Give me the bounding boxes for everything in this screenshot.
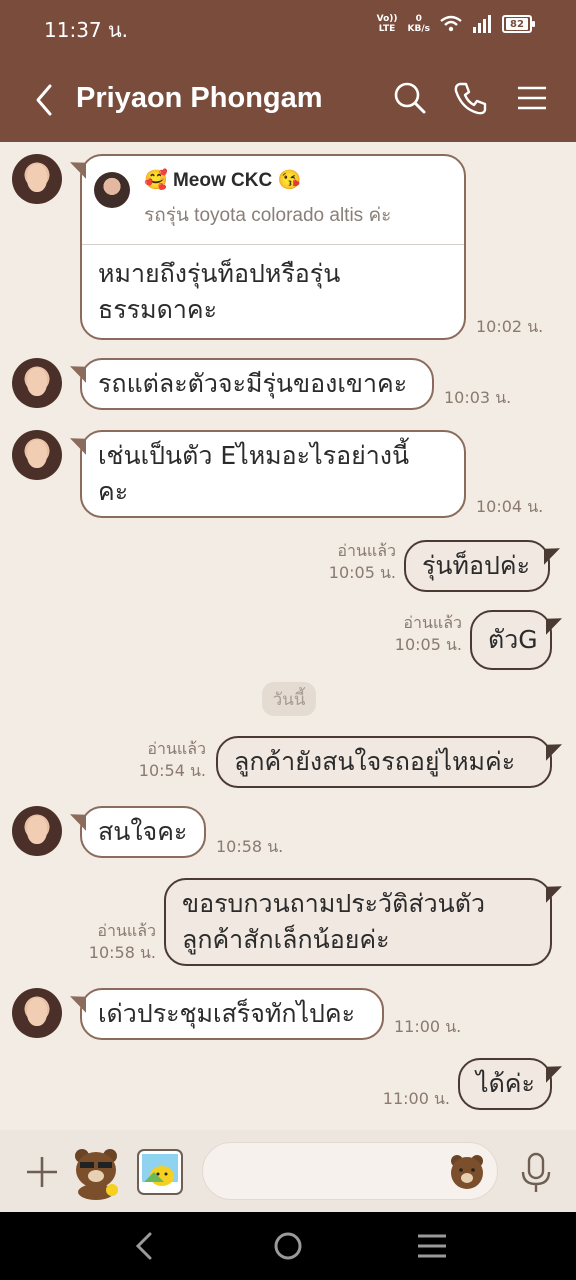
outgoing-message-bubble[interactable]: ได้ค่ะ — [458, 1058, 552, 1110]
plus-icon[interactable] — [22, 1152, 62, 1192]
kiss-emoji-icon: 😘 — [272, 170, 302, 191]
message-text: หมายถึงรุ่นท็อปหรือรุ่น ธรรมดาคะ — [98, 259, 341, 324]
hamburger-icon[interactable] — [512, 78, 552, 118]
outgoing-message-bubble[interactable]: ลูกค้ายังสนใจรถอยู่ไหมค่ะ — [216, 736, 552, 788]
nav-recents-icon[interactable] — [414, 1230, 450, 1262]
smiling-hearts-emoji-icon: 🥰 — [144, 170, 173, 191]
quoted-sender-name: 🥰 Meow CKC 😘 — [144, 170, 302, 191]
message-time: 11:00 น. — [382, 1089, 450, 1108]
wifi-icon — [440, 15, 462, 32]
status-bar: 11:37 น. Vo)) LTE 0 KB/s 82 — [0, 0, 576, 56]
message-time: 10:04 น. — [476, 497, 544, 516]
read-receipt: อ่านแล้ว 10:05 น. — [328, 541, 396, 582]
status-indicators: Vo)) LTE 0 KB/s 82 — [376, 14, 535, 34]
message-time: 10:02 น. — [476, 317, 544, 336]
avatar[interactable] — [12, 358, 62, 408]
message-time: 11:00 น. — [394, 1017, 462, 1036]
network-speed: 0 KB/s — [407, 14, 430, 34]
incoming-message-bubble[interactable]: สนใจคะ — [80, 806, 206, 858]
search-icon[interactable] — [390, 78, 430, 118]
chat-area[interactable]: 🥰 Meow CKC 😘 รถรุ่น toyota colorado alti… — [0, 142, 576, 1130]
nav-back-icon[interactable] — [126, 1230, 162, 1262]
reply-message-bubble[interactable]: 🥰 Meow CKC 😘 รถรุ่น toyota colorado alti… — [80, 154, 466, 340]
photo-sticker-icon[interactable] — [132, 1144, 188, 1200]
message-input-bar — [0, 1130, 576, 1212]
incoming-message-bubble[interactable]: เช่นเป็นตัว Eไหมอะไรอย่างนี้ คะ — [80, 430, 466, 518]
bear-emoji-icon[interactable] — [448, 1152, 486, 1190]
avatar[interactable] — [12, 430, 62, 480]
read-receipt: อ่านแล้ว 10:05 น. — [394, 613, 462, 654]
incoming-message-bubble[interactable]: รถแต่ละตัวจะมีรุ่นของเขาคะ — [80, 358, 434, 410]
volte-indicator: Vo)) LTE — [376, 14, 398, 34]
chat-header: Priyaon Phongam — [0, 56, 576, 142]
phone-icon[interactable] — [450, 78, 490, 118]
status-time: 11:37 น. — [44, 18, 129, 42]
outgoing-message-bubble[interactable]: ตัวG — [470, 610, 552, 670]
quoted-avatar — [94, 172, 130, 208]
brown-bear-sticker-icon[interactable] — [68, 1144, 124, 1200]
quoted-text: รถรุ่น toyota colorado altis ค่ะ — [144, 205, 392, 226]
microphone-icon[interactable] — [516, 1150, 556, 1194]
battery-icon: 82 — [502, 15, 535, 33]
battery-level: 82 — [506, 18, 528, 30]
signal-icon — [473, 15, 491, 33]
message-time: 10:03 น. — [444, 388, 512, 407]
avatar[interactable] — [12, 988, 62, 1038]
outgoing-message-bubble[interactable]: ขอรบกวนถามประวัติส่วนตัว ลูกค้าสักเล็กน้… — [164, 878, 552, 966]
incoming-message-bubble[interactable]: เด่วประชุมเสร็จทักไปคะ — [80, 988, 384, 1040]
message-time: 10:58 น. — [216, 837, 284, 856]
read-receipt: อ่านแล้ว 10:58 น. — [88, 921, 156, 962]
avatar[interactable] — [12, 154, 62, 204]
outgoing-message-bubble[interactable]: รุ่นท็อปค่ะ — [404, 540, 550, 592]
read-receipt: อ่านแล้ว 10:54 น. — [138, 739, 206, 780]
avatar[interactable] — [12, 806, 62, 856]
nav-home-icon[interactable] — [270, 1230, 306, 1262]
chat-title: Priyaon Phongam — [76, 82, 323, 114]
system-navigation-bar — [0, 1212, 576, 1280]
quote-divider — [82, 244, 464, 245]
date-divider: วันนี้ — [262, 682, 316, 716]
chevron-left-icon[interactable] — [28, 80, 64, 120]
